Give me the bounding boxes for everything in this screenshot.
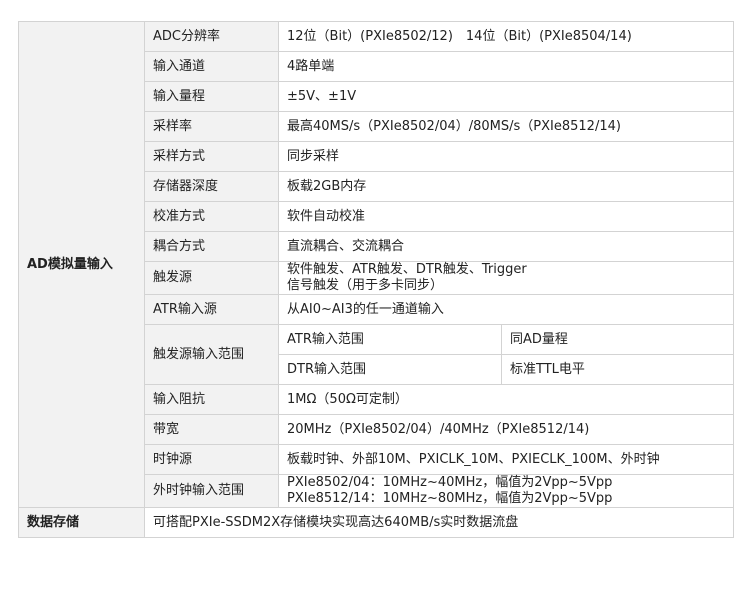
row-value: 板载2GB内存: [277, 171, 735, 202]
row-value: 同步采样: [277, 141, 735, 172]
sub-label: ATR输入范围: [278, 324, 502, 355]
value-line: PXIe8512/14：10MHz~80MHz，幅值为2Vpp~5Vpp: [287, 491, 613, 506]
spec-table: AD模拟量输入 ADC分辨率 12位（Bit）(PXIe8502/12) 14位…: [18, 21, 735, 538]
row-label: 带宽: [144, 414, 279, 445]
row-label: 时钟源: [144, 444, 279, 475]
row-value: ±5V、±1V: [277, 81, 735, 112]
row-label: ADC分辨率: [144, 21, 279, 52]
row-label: 输入通道: [144, 51, 279, 82]
row-value: 板载时钟、外部10M、PXICLK_10M、PXIECLK_100M、外时钟: [277, 444, 735, 475]
value-line: PXIe8502/04：10MHz~40MHz，幅值为2Vpp~5Vpp: [287, 475, 613, 490]
row-value: PXIe8502/04：10MHz~40MHz，幅值为2Vpp~5Vpp PXI…: [277, 474, 735, 508]
row-label: 采样方式: [144, 141, 279, 172]
row-value: 直流耦合、交流耦合: [277, 231, 735, 262]
row-label: 触发源输入范围: [144, 324, 279, 385]
row-label: 输入阻抗: [144, 384, 279, 415]
table-row: AD模拟量输入 ADC分辨率 12位（Bit）(PXIe8502/12) 14位…: [18, 21, 735, 508]
category-ad-input: AD模拟量输入: [18, 21, 145, 508]
row-value: 1MΩ（50Ω可定制）: [277, 384, 735, 415]
row-value: 12位（Bit）(PXIe8502/12) 14位（Bit）(PXIe8504/…: [277, 21, 735, 52]
row-label: 触发源: [144, 261, 279, 295]
row-value: 软件自动校准: [277, 201, 735, 232]
value-line: 软件触发、ATR触发、DTR触发、Trigger: [287, 262, 527, 277]
row-label: ATR输入源: [144, 294, 279, 325]
sub-label: DTR输入范围: [278, 354, 502, 385]
row-value: 最高40MS/s（PXIe8502/04）/80MS/s（PXIe8512/14…: [277, 111, 735, 142]
table-row: 数据存储 可搭配PXIe-SSDM2X存储模块实现高达640MB/s实时数据流盘: [18, 507, 735, 538]
row-label: 校准方式: [144, 201, 279, 232]
row-label: 外时钟输入范围: [144, 474, 279, 508]
row-value: 20MHz（PXIe8502/04）/40MHz（PXIe8512/14): [277, 414, 735, 445]
row-label: 采样率: [144, 111, 279, 142]
row-label: 存储器深度: [144, 171, 279, 202]
category-storage: 数据存储: [18, 507, 145, 538]
row-value: 软件触发、ATR触发、DTR触发、Trigger 信号触发（用于多卡同步）: [277, 261, 735, 295]
row-value: 从AI0~AI3的任一通道输入: [277, 294, 735, 325]
row-label: 输入量程: [144, 81, 279, 112]
row-label: 耦合方式: [144, 231, 279, 262]
row-value: 可搭配PXIe-SSDM2X存储模块实现高达640MB/s实时数据流盘: [143, 507, 735, 538]
value-line: 信号触发（用于多卡同步）: [287, 278, 444, 293]
sub-value: 标准TTL电平: [500, 354, 735, 385]
sub-value: 同AD量程: [500, 324, 735, 355]
row-value: 4路单端: [277, 51, 735, 82]
